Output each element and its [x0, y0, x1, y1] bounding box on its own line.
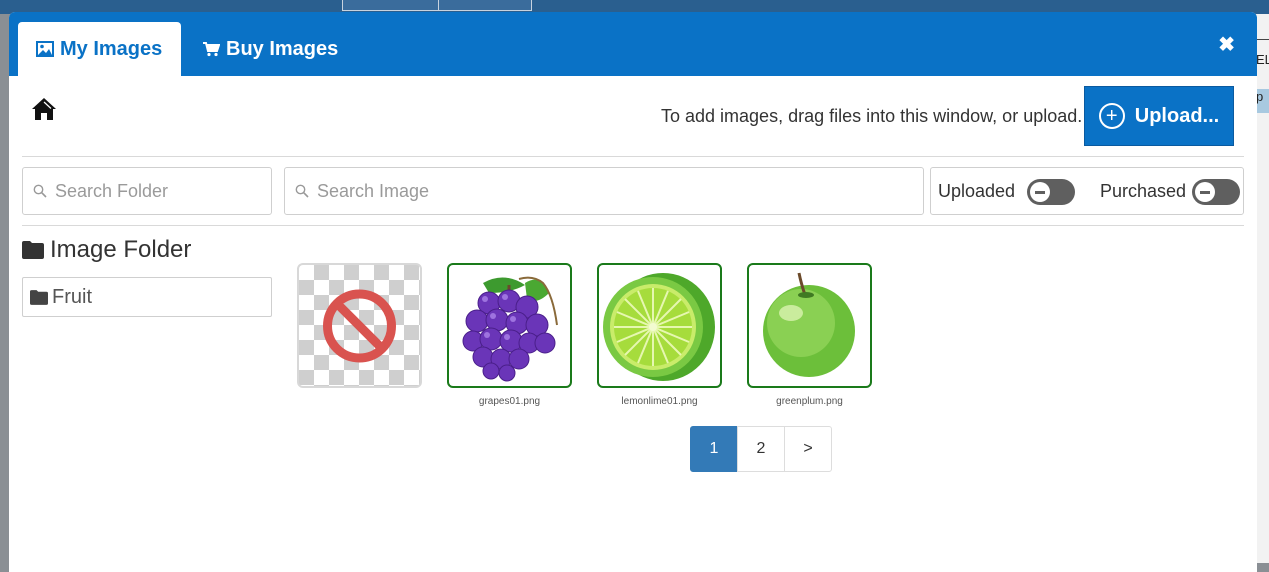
tab-buy-images[interactable]: Buy Images — [202, 22, 338, 76]
no-image-icon — [323, 289, 396, 363]
minus-icon — [1195, 182, 1215, 202]
no-image-thumb[interactable] — [297, 263, 422, 388]
folder-icon — [30, 289, 48, 305]
image-manager-modal: My Images Buy Images ✖ To add images, dr… — [9, 12, 1257, 572]
divider — [22, 225, 1244, 226]
tab-bar: My Images Buy Images ✖ — [9, 12, 1257, 76]
home-icon[interactable] — [31, 96, 57, 127]
image-thumb-grapes[interactable] — [447, 263, 572, 388]
purchased-toggle[interactable] — [1192, 179, 1240, 205]
pagination: 1 2 > — [690, 426, 832, 472]
green-apple-icon — [763, 272, 855, 377]
search-icon — [295, 184, 309, 198]
background-app-edge: EL p — [1256, 14, 1269, 563]
page-1-button[interactable]: 1 — [690, 426, 738, 472]
upload-hint: To add images, drag files into this wind… — [661, 106, 1083, 126]
folder-item-fruit[interactable]: Fruit — [22, 277, 272, 317]
upload-label: Upload... — [1134, 104, 1220, 127]
search-icon — [33, 184, 47, 198]
folder-icon — [22, 241, 44, 259]
search-folder-input[interactable] — [53, 179, 256, 203]
plus-circle-icon: + — [1098, 103, 1125, 129]
lime-icon — [603, 273, 715, 381]
background-text: p — [1256, 89, 1269, 113]
divider — [22, 156, 1244, 157]
search-folder-box — [22, 167, 272, 215]
image-caption: greenplum.png — [776, 396, 843, 407]
folder-panel-title: Image Folder — [22, 236, 191, 264]
image-caption: lemonlime01.png — [621, 396, 698, 407]
minus-icon — [1030, 182, 1050, 202]
purchased-label: Purchased — [1100, 181, 1187, 201]
image-icon — [36, 41, 54, 57]
uploaded-label: Uploaded — [938, 181, 1016, 201]
tab-label: My Images — [60, 37, 163, 60]
search-image-input[interactable] — [315, 179, 830, 203]
tab-label: Buy Images — [226, 37, 339, 60]
filter-toggles: Uploaded Purchased — [930, 167, 1244, 215]
search-image-box — [284, 167, 924, 215]
background-text: EL — [1256, 39, 1269, 85]
image-caption: grapes01.png — [478, 396, 541, 407]
image-thumb-lemonlime[interactable] — [597, 263, 722, 388]
tab-my-images[interactable]: My Images — [18, 22, 181, 76]
background-tab — [342, 0, 440, 11]
upload-button[interactable]: + Upload... — [1084, 86, 1234, 146]
grapes-icon — [462, 276, 558, 382]
cart-icon — [203, 42, 220, 57]
close-icon[interactable]: ✖ — [1218, 32, 1235, 57]
page-2-button[interactable]: 2 — [737, 426, 785, 472]
uploaded-toggle[interactable] — [1027, 179, 1075, 205]
folder-title-text: Image Folder — [50, 236, 192, 263]
background-tab — [438, 0, 532, 11]
folder-name: Fruit — [52, 285, 92, 308]
next-page-button[interactable]: > — [784, 426, 832, 472]
image-thumb-greenplum[interactable] — [747, 263, 872, 388]
